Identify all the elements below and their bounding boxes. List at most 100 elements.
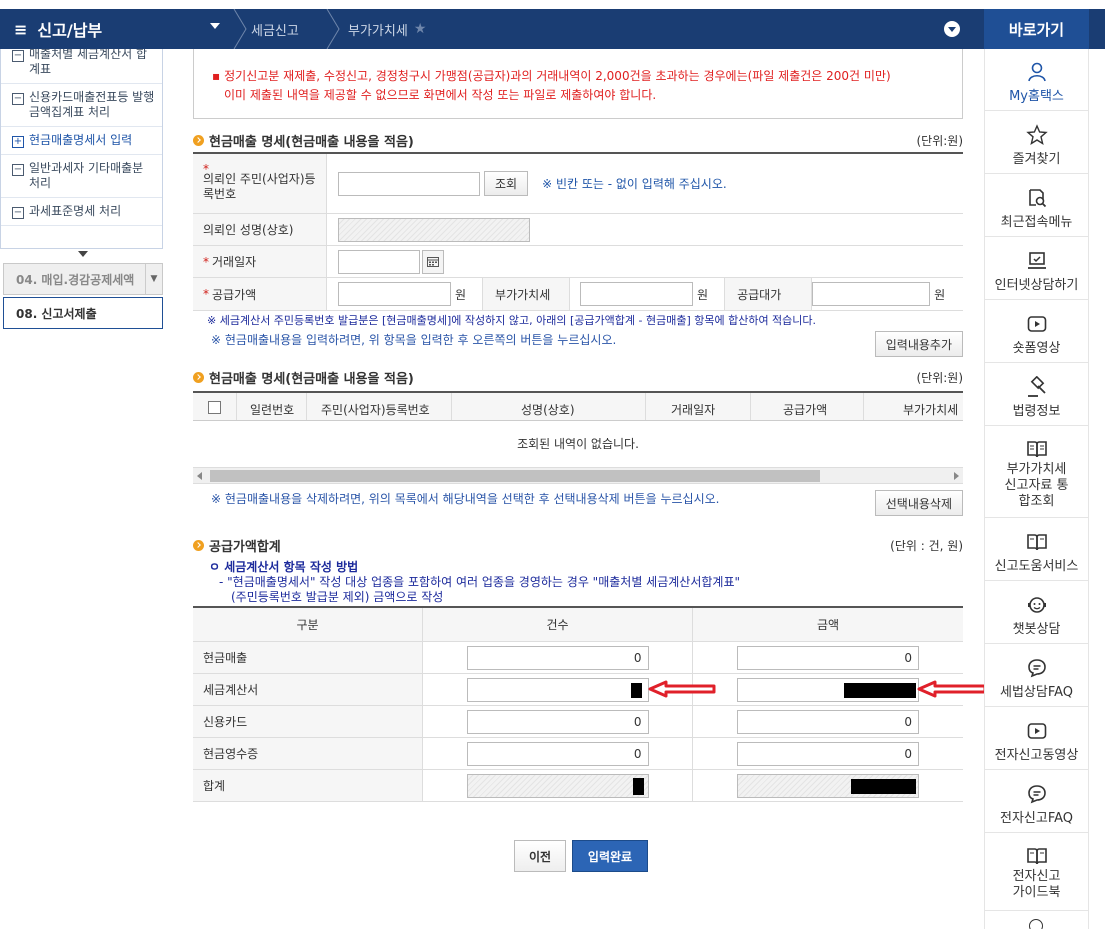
prev-button[interactable]: 이전 [514,840,566,872]
id-hint: ※ 빈칸 또는 - 없이 입력해 주십시오. [542,177,727,191]
lookup-button[interactable]: 조회 [484,171,529,196]
breadcrumb-label: 세금신고 [251,23,299,39]
total-amount-input[interactable] [812,282,931,306]
field-label: * 공급가액 [193,278,327,310]
arrow-down-icon [78,251,88,257]
amount-input[interactable]: 0 [737,645,919,670]
quick-my-hometax[interactable]: My홈택스 [985,49,1088,111]
field-label-text: 공급가액 [212,287,257,302]
breadcrumb-tax-return[interactable]: 세금신고 [251,9,299,49]
collapse-icon: − [12,207,24,219]
chevron-down-icon[interactable]: ▼ [145,264,162,294]
quick-favorites[interactable]: 즐겨찾기 [985,111,1088,174]
section-title: 공급가액합계 [193,536,281,555]
complete-button[interactable]: 입력완료 [572,840,648,872]
col-header: 금액 [816,618,840,632]
col-header: 거래일자 [671,403,716,417]
client-id-input[interactable] [338,171,480,196]
select-all-checkbox[interactable] [208,401,221,414]
field-label-text: 거래일자 [212,255,257,269]
count-input[interactable]: 0 [466,741,649,766]
field-label: 의뢰인 성명(상호) [193,214,327,245]
table-row-credit-card: 신용카드 0 0 [193,706,963,738]
quick-label: My홈택스 [1009,89,1064,104]
form-row-date: * 거래일자 [193,246,963,278]
amount-input[interactable]: 0 [737,741,919,766]
unit-label: (단위:원) [916,371,963,385]
total-label: 공급대가 [724,278,813,310]
quick-law-info[interactable]: 법령정보 [985,363,1088,426]
sidebar-item-tax-base[interactable]: − 과세표준명세 처리 [1,198,162,226]
scroll-left-icon[interactable] [197,472,202,480]
unit-won: 원 [697,287,709,302]
amount-input[interactable]: 0 [737,709,919,734]
calendar-icon[interactable] [422,249,444,274]
count-input[interactable]: 0 [466,645,649,670]
scroll-thumb[interactable] [210,470,820,482]
table-row-cash-sales: 현금매출 0 0 [193,642,963,674]
quick-online-consult[interactable]: 인터넷상담하기 [985,237,1088,300]
add-entry-button[interactable]: 입력내용추가 [874,331,963,357]
quick-label: 최근접속메뉴 [1000,215,1073,230]
sidebar-item-credit-card-summary[interactable]: − 신용카드매출전표등 발행금액집계표 처리 [1,84,162,127]
method-line: (주민등록번호 발급분 제외) 금액으로 작성 [231,590,444,604]
quick-efiling-guide[interactable]: 전자신고 가이드북 [985,833,1088,911]
row-label: 현금영수증 [193,738,423,769]
notice-line: 이미 제출된 내역을 제공할 수 없으므로 화면에서 작성 또는 파일로 제출하… [224,88,657,102]
book-icon [1026,848,1047,865]
redaction-mark [851,778,916,794]
unit-label: (단위:원) [916,134,963,148]
quick-vat-data[interactable]: 부가가치세 신고자료 통합조회 [985,426,1088,518]
step-08-submit[interactable]: 08. 신고서제출 [3,297,163,329]
menu-toggle-button[interactable]: ≡ 신고/납부 [0,9,232,49]
horizontal-scrollbar[interactable] [193,467,963,484]
quick-chatbot[interactable]: 챗봇상담 [985,581,1088,644]
step-04-deduction[interactable]: 04. 매입.경감공제세액 ▼ [3,263,163,295]
bullet-icon [193,135,204,146]
sidebar-item-sales-invoice-summary[interactable]: − 매출처별 세금계산서 합계표 [1,49,162,84]
expand-menu-icon[interactable] [944,21,960,37]
form-row-amounts: * 공급가액 원 부가가치세 원 공급대가 원 [193,278,963,311]
quick-filing-help[interactable]: 신고도움서비스 [985,518,1088,581]
annotation-arrow-left-icon [917,680,987,698]
delete-selected-button[interactable]: 선택내용삭제 [874,490,963,516]
quick-tax-faq[interactable]: 세법상담FAQ [985,644,1088,707]
transaction-date-input[interactable] [338,249,420,274]
supply-amount-input[interactable] [338,282,451,306]
field-label: * 거래일자 [193,246,327,277]
breadcrumb-vat[interactable]: 부가가치세 ★ [348,9,426,49]
quick-efiling-faq[interactable]: 전자신고FAQ [985,770,1088,833]
scroll-right-icon[interactable] [954,472,959,480]
section-title: 현금매출 명세(현금매출 내용을 적음) [193,131,414,150]
sidebar-item-label: 과세표준명세 처리 [29,204,122,218]
quick-label: 세법상담FAQ [999,685,1074,700]
step-label: 08. 신고서제출 [16,306,97,321]
method-title: ㅇ 세금계산서 항목 작성 방법 [209,560,359,574]
redaction-mark [632,777,644,795]
vat-amount-input[interactable] [580,282,694,306]
sidebar-item-cash-sales[interactable]: + 현금매출명세서 입력 [1,127,162,155]
star-icon [1025,124,1048,145]
favorite-star-icon[interactable]: ★ [414,21,427,37]
book-icon [1026,441,1047,458]
quick-label: 법령정보 [1012,404,1061,419]
quick-recent-menu[interactable]: 최근접속메뉴 [985,174,1088,237]
quick-menu: My홈택스 즐겨찾기 최근접속메뉴 인터넷상담하기 숏폼영상 법령정보 부가가치… [984,49,1089,929]
quick-label: 숏폼영상 [1012,341,1061,356]
row-label: 세금계산서 [193,674,423,705]
cash-sales-form: * 의뢰인 주민(사업자)등록번호 조회 ※ 빈칸 또는 - 없이 입력해 주십시… [193,152,963,311]
left-sidebar: − 매출처별 세금계산서 합계표 − 신용카드매출전표등 발행금액집계표 처리 … [0,49,163,929]
quick-shorts[interactable]: 숏폼영상 [985,300,1088,363]
col-header: 구분 [193,608,423,641]
col-header: 건수 [423,608,693,641]
redaction-mark [844,682,916,698]
count-input[interactable] [466,677,649,702]
play-icon [1027,316,1046,332]
quick-efiling-video[interactable]: 전자신고동영상 [985,707,1088,770]
count-input[interactable]: 0 [466,709,649,734]
empty-message: 조회된 내역이 없습니다. [517,437,639,451]
sidebar-item-other-sales[interactable]: − 일반과세자 기타매출분 처리 [1,155,162,198]
amount-input[interactable] [737,677,919,702]
table-row-total: 합계 [193,770,963,802]
search-icon[interactable] [1029,919,1043,929]
